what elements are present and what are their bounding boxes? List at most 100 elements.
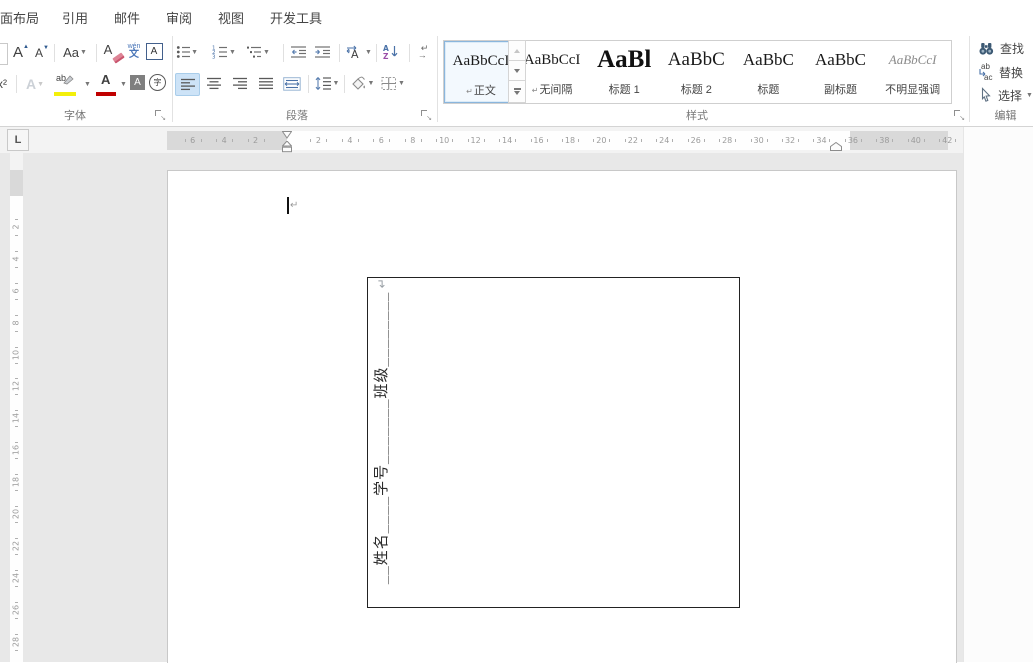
change-case-button[interactable]: Aa▼ (58, 41, 92, 63)
menu-tab-5[interactable]: 视图 (218, 8, 244, 27)
shrink-font-button[interactable]: A▼ (32, 42, 52, 63)
style-item-2[interactable]: AaBbCcI↵无间隔 (516, 41, 588, 101)
multilevel-list-button[interactable]: ▼ (246, 43, 270, 61)
ruler-tick (15, 506, 18, 507)
shrink-font-caret-icon: ▼ (43, 45, 49, 51)
asian-layout-button[interactable]: A ▼ (344, 42, 374, 62)
button-divider (376, 44, 377, 62)
borders-icon (381, 76, 397, 91)
grow-font-button[interactable]: A▲ (10, 41, 32, 63)
ruler-tick (641, 139, 642, 142)
select-button[interactable]: 选择 ▼ (978, 85, 1033, 105)
font-color-dropdown[interactable]: ▼ (118, 77, 128, 91)
group-divider (437, 36, 438, 122)
ruler-tick (15, 267, 18, 268)
font-color-button[interactable]: A (95, 71, 119, 97)
ruler-tick (531, 139, 532, 142)
textbox-label: 姓名 (373, 533, 390, 565)
font-dialog-launcher[interactable] (155, 110, 165, 120)
numbering-button[interactable]: 123 ▼ (212, 43, 236, 61)
ruler-tick (405, 139, 406, 142)
styles-scroll-down-button[interactable] (508, 60, 526, 82)
ruler-tick (562, 139, 563, 142)
style-sample: AaBbC (805, 44, 877, 76)
style-item-1[interactable]: AaBbCcI↵正文 (444, 41, 518, 103)
style-item-4[interactable]: AaBbC标题 2 (660, 41, 732, 101)
sort-button[interactable]: A Z (380, 41, 402, 62)
text-cursor (287, 197, 289, 214)
ruler-number: 32 (783, 131, 797, 150)
ruler-tick (845, 139, 846, 142)
shading-button[interactable]: ▼ (347, 72, 377, 94)
style-pilcrow-icon: ↵ (466, 87, 473, 96)
ruler-tick (264, 139, 265, 142)
ruler-tick (625, 139, 626, 142)
justify-icon (258, 77, 274, 90)
dropdown-arrow-icon: ▼ (80, 49, 87, 56)
line-spacing-icon (315, 76, 332, 91)
text-box[interactable]: __姓名____学号_______班级________ ↵ (367, 277, 740, 608)
decrease-indent-button[interactable] (288, 43, 309, 61)
find-button[interactable]: 查找 (978, 38, 1024, 58)
style-item-3[interactable]: AaBl标题 1 (588, 41, 660, 101)
ruler-number: 22 (626, 131, 640, 150)
hanging-indent-marker[interactable] (282, 141, 292, 153)
phonetic-guide-button[interactable]: wén 文 (124, 39, 144, 64)
ruler-tick (609, 139, 610, 142)
line-spacing-button[interactable]: ▼ (312, 72, 342, 94)
style-name-text: 标题 (757, 84, 779, 96)
text-highlight-dropdown[interactable]: ▼ (82, 77, 92, 91)
replace-button[interactable]: ab ac 替换 (978, 62, 1023, 82)
vertical-scrollbar-area[interactable] (963, 127, 1033, 662)
ruler-number: 16 (10, 444, 24, 457)
align-right-button[interactable] (228, 73, 251, 94)
font-size-combo-clipped[interactable] (0, 43, 8, 65)
style-sample: AaBl (588, 44, 660, 76)
distribute-button[interactable] (280, 73, 304, 94)
ruler-tick (468, 139, 469, 142)
first-line-indent-marker[interactable] (282, 131, 292, 139)
style-item-5[interactable]: AaBbC标题 (732, 41, 804, 101)
increase-indent-icon (314, 45, 331, 59)
bullets-button[interactable]: ▼ (176, 43, 198, 61)
align-center-icon (206, 77, 222, 90)
borders-button[interactable]: ▼ (378, 72, 408, 94)
tab-stop-selector[interactable]: L (7, 129, 29, 151)
more-bar-icon (514, 88, 521, 90)
menu-tab-1[interactable]: 面布局 (0, 8, 39, 27)
ruler-tick (15, 586, 18, 587)
dropdown-arrow-icon: ▼ (120, 81, 127, 88)
right-indent-marker[interactable] (830, 142, 842, 152)
character-border-button[interactable]: A (145, 42, 163, 60)
show-hide-marks-button[interactable]: ↵→ (413, 41, 433, 62)
align-center-button[interactable] (202, 73, 225, 94)
button-divider (344, 75, 345, 93)
align-left-button[interactable] (175, 73, 200, 96)
text-effects-button[interactable]: A▼ (20, 72, 50, 96)
character-shading-button[interactable]: A (128, 73, 147, 92)
superscript-button-clipped[interactable]: x² (0, 74, 12, 94)
ruler-tick (15, 522, 18, 523)
clear-formatting-button[interactable]: A (100, 40, 122, 63)
styles-scroll-up-button[interactable] (508, 40, 526, 62)
menu-tab-2[interactable]: 引用 (62, 8, 88, 27)
increase-indent-button[interactable] (312, 43, 333, 61)
menu-tab-3[interactable]: 邮件 (114, 8, 140, 27)
styles-more-button[interactable] (508, 80, 526, 103)
paragraph-dialog-launcher[interactable] (421, 110, 431, 120)
ruler-tick (688, 139, 689, 142)
ruler-number: 12 (469, 131, 483, 150)
font-color-letter: A (101, 72, 110, 87)
menu-tab-4[interactable]: 审阅 (166, 8, 192, 27)
text-highlight-button[interactable]: ab (53, 71, 81, 97)
style-sample: AaBbCcI (877, 44, 949, 76)
ruler-tick (216, 139, 217, 142)
justify-button[interactable] (254, 73, 277, 94)
style-item-7[interactable]: AaBbCcI不明显强调 (877, 41, 949, 101)
enclose-characters-button[interactable]: 字 (148, 73, 167, 92)
ruler-number: 10 (437, 131, 451, 150)
distribute-icon (283, 77, 301, 91)
menu-tab-6[interactable]: 开发工具 (270, 8, 322, 27)
style-item-6[interactable]: AaBbC副标题 (805, 41, 877, 101)
dropdown-arrow-icon: ▼ (365, 49, 372, 56)
